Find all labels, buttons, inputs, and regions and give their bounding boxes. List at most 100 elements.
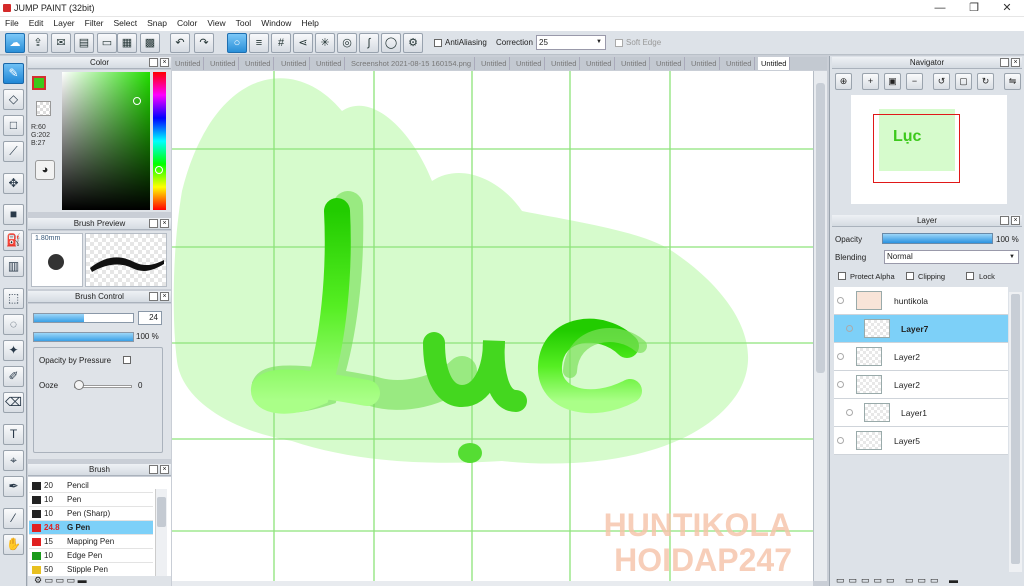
- undock-icon[interactable]: [149, 465, 158, 474]
- snap-off-icon[interactable]: ○: [227, 33, 247, 53]
- tab-untitled[interactable]: Untitled: [207, 57, 240, 70]
- eye-icon[interactable]: [846, 409, 853, 416]
- minimize-button[interactable]: —: [925, 0, 955, 16]
- menu-edit[interactable]: Edit: [24, 17, 49, 30]
- snap-ellipse-icon[interactable]: ◯: [381, 33, 401, 53]
- tab-screenshot[interactable]: Screenshot 2021-08-15 160154.png: [348, 57, 476, 70]
- menu-snap[interactable]: Snap: [142, 17, 172, 30]
- tab-untitled[interactable]: Untitled: [313, 57, 346, 70]
- menu-select[interactable]: Select: [109, 17, 143, 30]
- layout-icon[interactable]: ▦: [117, 33, 137, 53]
- layer-row[interactable]: Layer1: [834, 399, 1008, 427]
- hand-tool-icon[interactable]: ✋: [3, 534, 24, 555]
- flip-icon[interactable]: ⇋: [1004, 73, 1021, 90]
- zoom-actual-icon[interactable]: ▣: [884, 73, 901, 90]
- zoom-fit-icon[interactable]: ⊕: [835, 73, 852, 90]
- snap-radial-icon[interactable]: ✳: [315, 33, 335, 53]
- layer-row[interactable]: Layer2: [834, 343, 1008, 371]
- protect-alpha-checkbox[interactable]: [838, 272, 846, 280]
- brush-item[interactable]: 15 Mapping Pen: [29, 535, 153, 549]
- menu-view[interactable]: View: [202, 17, 230, 30]
- palette-icon[interactable]: ◕: [35, 160, 55, 180]
- eyedropper-tool-icon[interactable]: ⁄: [3, 508, 24, 529]
- rectangle-tool-icon[interactable]: □: [3, 115, 24, 136]
- comment-icon[interactable]: ✉: [51, 33, 71, 53]
- tab-untitled[interactable]: Untitled: [513, 57, 546, 70]
- lock-checkbox[interactable]: [966, 272, 974, 280]
- select-rect-tool-icon[interactable]: ⬚: [3, 288, 24, 309]
- panel-close-icon[interactable]: ×: [160, 58, 169, 67]
- canvas-vertical-scrollbar[interactable]: [813, 71, 827, 581]
- text-tool-icon[interactable]: T: [3, 424, 24, 445]
- panel-close-icon[interactable]: ×: [160, 219, 169, 228]
- navigator-viewport[interactable]: [873, 114, 960, 183]
- brush-footer-icons[interactable]: ⚙ ▭ ▭ ▭ ▬: [34, 575, 87, 586]
- panel-close-icon[interactable]: ×: [160, 292, 169, 301]
- hue-slider[interactable]: [153, 72, 166, 210]
- canvas-icon[interactable]: ▭: [97, 33, 117, 53]
- panel-close-icon[interactable]: ×: [1011, 58, 1020, 67]
- picker-cursor[interactable]: [133, 97, 141, 105]
- panel-close-icon[interactable]: ×: [1011, 216, 1020, 225]
- eye-icon[interactable]: [837, 437, 844, 444]
- menu-help[interactable]: Help: [296, 17, 323, 30]
- brush-item[interactable]: 10 Edge Pen: [29, 549, 153, 563]
- brush-item[interactable]: 10 Pen: [29, 493, 153, 507]
- brush-item[interactable]: 20 Pencil: [29, 479, 153, 493]
- layer-row[interactable]: huntikola: [834, 287, 1008, 315]
- soft-edge-checkbox[interactable]: [615, 39, 623, 47]
- brush-size-input[interactable]: 24: [138, 311, 162, 325]
- tab-untitled-active[interactable]: Untitled: [758, 57, 791, 70]
- scroll-thumb[interactable]: [816, 83, 825, 373]
- snap-crosshair-icon[interactable]: #: [271, 33, 291, 53]
- layer-row-selected[interactable]: Layer7: [834, 315, 1008, 343]
- tab-untitled[interactable]: Untitled: [688, 57, 721, 70]
- zoom-in-icon[interactable]: +: [862, 73, 879, 90]
- snap-circle-icon[interactable]: ◎: [337, 33, 357, 53]
- undo-icon[interactable]: ↶: [170, 33, 190, 53]
- opacity-pressure-checkbox[interactable]: [123, 356, 131, 364]
- layer-row[interactable]: Layer2: [834, 371, 1008, 399]
- tab-untitled[interactable]: Untitled: [618, 57, 651, 70]
- select-eraser-tool-icon[interactable]: ⌫: [3, 392, 24, 413]
- panel-close-icon[interactable]: ×: [160, 465, 169, 474]
- hue-cursor[interactable]: [155, 166, 163, 174]
- background-color-swatch[interactable]: [36, 101, 51, 116]
- correction-select[interactable]: 25 ▼: [536, 35, 606, 50]
- tab-untitled[interactable]: Untitled: [478, 57, 511, 70]
- brush-list-scrollbar[interactable]: [155, 489, 167, 579]
- snap-parallel-icon[interactable]: ≡: [249, 33, 269, 53]
- menu-color[interactable]: Color: [172, 17, 202, 30]
- drawing-canvas[interactable]: HUNTIKOLA HOIDAP247: [172, 71, 813, 581]
- brush-size-slider[interactable]: [33, 313, 134, 323]
- layer-list-scrollbar[interactable]: [1009, 292, 1022, 572]
- clipping-checkbox[interactable]: [906, 272, 914, 280]
- layer-row[interactable]: Layer5: [834, 427, 1008, 455]
- snap-vanish-icon[interactable]: ⋖: [293, 33, 313, 53]
- bucket-tool-icon[interactable]: ⛽: [3, 230, 24, 251]
- brush-opacity-slider[interactable]: [33, 332, 134, 342]
- gradient-tool-icon[interactable]: ▥: [3, 256, 24, 277]
- brush-tool-icon[interactable]: ✎: [3, 63, 24, 84]
- eye-icon[interactable]: [837, 353, 844, 360]
- tab-untitled[interactable]: Untitled: [653, 57, 686, 70]
- tab-untitled[interactable]: Untitled: [278, 57, 311, 70]
- cloud-icon[interactable]: ☁: [5, 33, 25, 53]
- panel-icon[interactable]: ▤: [74, 33, 94, 53]
- undock-icon[interactable]: [149, 292, 158, 301]
- blending-select[interactable]: Normal ▼: [884, 250, 1019, 264]
- undock-icon[interactable]: [1000, 58, 1009, 67]
- brush-item-selected[interactable]: 24.8 G Pen: [29, 521, 153, 535]
- redo-icon[interactable]: ↷: [194, 33, 214, 53]
- undock-icon[interactable]: [149, 219, 158, 228]
- menu-file[interactable]: File: [0, 17, 24, 30]
- eye-icon[interactable]: [837, 381, 844, 388]
- tab-untitled[interactable]: Untitled: [242, 57, 275, 70]
- select-pen-tool-icon[interactable]: ✐: [3, 366, 24, 387]
- menu-tool[interactable]: Tool: [231, 17, 257, 30]
- antialiasing-checkbox[interactable]: [434, 39, 442, 47]
- tab-untitled[interactable]: Untitled: [583, 57, 616, 70]
- undock-icon[interactable]: [149, 58, 158, 67]
- eraser-tool-icon[interactable]: ◇: [3, 89, 24, 110]
- eye-icon[interactable]: [846, 325, 853, 332]
